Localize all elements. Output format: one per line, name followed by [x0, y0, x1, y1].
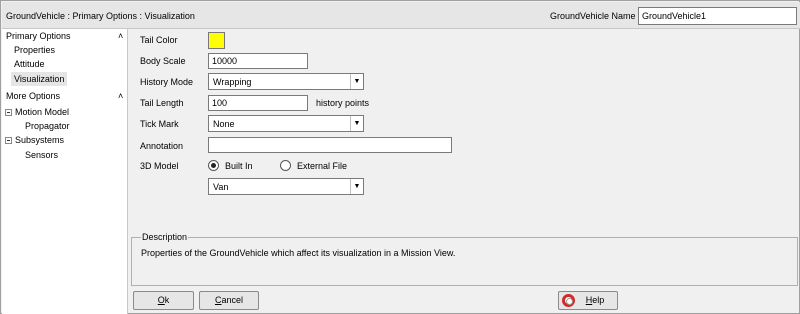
ok-accel: O — [157, 295, 165, 305]
tail-color-swatch[interactable] — [208, 32, 225, 49]
tail-length-input[interactable] — [208, 95, 308, 111]
external-file-label[interactable]: External File — [297, 159, 347, 173]
options-sidebar: Primary Options ˄ Properties Attitude Vi… — [2, 29, 128, 314]
tail-color-label: Tail Color — [140, 35, 178, 45]
tree-group-label: Subsystems — [15, 135, 65, 145]
body-scale-label: Body Scale — [140, 56, 186, 66]
visualization-panel: Tail Color Body Scale History Mode Wrapp… — [128, 29, 800, 314]
sidebar-item-sensors[interactable]: Sensors — [25, 148, 58, 162]
dialog-window: GroundVehicle : Primary Options : Visual… — [0, 0, 800, 314]
tick-mark-select[interactable]: None ▼ — [208, 115, 364, 132]
sidebar-item-visualization[interactable]: Visualization — [11, 72, 68, 86]
history-mode-select[interactable]: Wrapping ▼ — [208, 73, 364, 90]
dialog-title: GroundVehicle : Primary Options : Visual… — [6, 11, 195, 21]
tail-length-units: history points — [316, 98, 370, 108]
dropdown-arrow-icon[interactable]: ▼ — [350, 74, 363, 89]
model-3d-label: 3D Model — [140, 161, 179, 171]
history-mode-value: Wrapping — [213, 77, 252, 87]
vehicle-name-input[interactable] — [638, 7, 797, 25]
tree-group-motion-model[interactable]: Motion Model — [5, 105, 69, 119]
cancel-button[interactable]: Cancel — [199, 291, 259, 310]
tick-mark-label: Tick Mark — [140, 119, 179, 129]
lifebuoy-icon — [562, 294, 575, 307]
collapse-box-icon[interactable] — [5, 137, 12, 145]
vehicle-name-label: GroundVehicle Name — [550, 11, 636, 21]
sidebar-item-attitude[interactable]: Attitude — [14, 57, 45, 71]
description-title: Description — [141, 232, 189, 243]
tail-length-label: Tail Length — [140, 98, 184, 108]
annotation-label: Annotation — [140, 141, 184, 151]
model-select[interactable]: Van ▼ — [208, 178, 364, 195]
cancel-label: ancel — [221, 295, 243, 305]
ok-label: k — [164, 295, 170, 305]
built-in-radio[interactable] — [208, 160, 219, 171]
body-scale-input[interactable] — [208, 53, 308, 69]
double-chevron-up-icon[interactable]: ˄ — [118, 89, 123, 103]
sidebar-item-properties[interactable]: Properties — [14, 43, 55, 57]
help-button[interactable]: Help — [558, 291, 618, 310]
collapse-box-icon[interactable] — [5, 109, 12, 117]
ok-button[interactable]: Ok — [133, 291, 194, 310]
dropdown-arrow-icon[interactable]: ▼ — [350, 116, 363, 131]
double-chevron-up-icon[interactable]: ˄ — [118, 29, 123, 43]
help-label: elp — [592, 295, 605, 305]
built-in-label[interactable]: Built In — [225, 159, 253, 173]
tick-mark-value: None — [213, 119, 235, 129]
sidebar-item-propagator[interactable]: Propagator — [25, 119, 70, 133]
model-value: Van — [213, 182, 229, 192]
dialog-header: GroundVehicle : Primary Options : Visual… — [2, 2, 800, 29]
history-mode-label: History Mode — [140, 77, 194, 87]
description-group: Description Properties of the GroundVehi… — [131, 232, 798, 286]
description-text: Properties of the GroundVehicle which af… — [141, 248, 456, 258]
dropdown-arrow-icon[interactable]: ▼ — [350, 179, 363, 194]
primary-options-header[interactable]: Primary Options — [6, 29, 71, 43]
more-options-header[interactable]: More Options — [6, 89, 60, 103]
external-file-radio[interactable] — [280, 160, 291, 171]
tree-group-label: Motion Model — [15, 107, 70, 117]
tree-group-subsystems[interactable]: Subsystems — [5, 133, 64, 147]
annotation-input[interactable] — [208, 137, 452, 153]
